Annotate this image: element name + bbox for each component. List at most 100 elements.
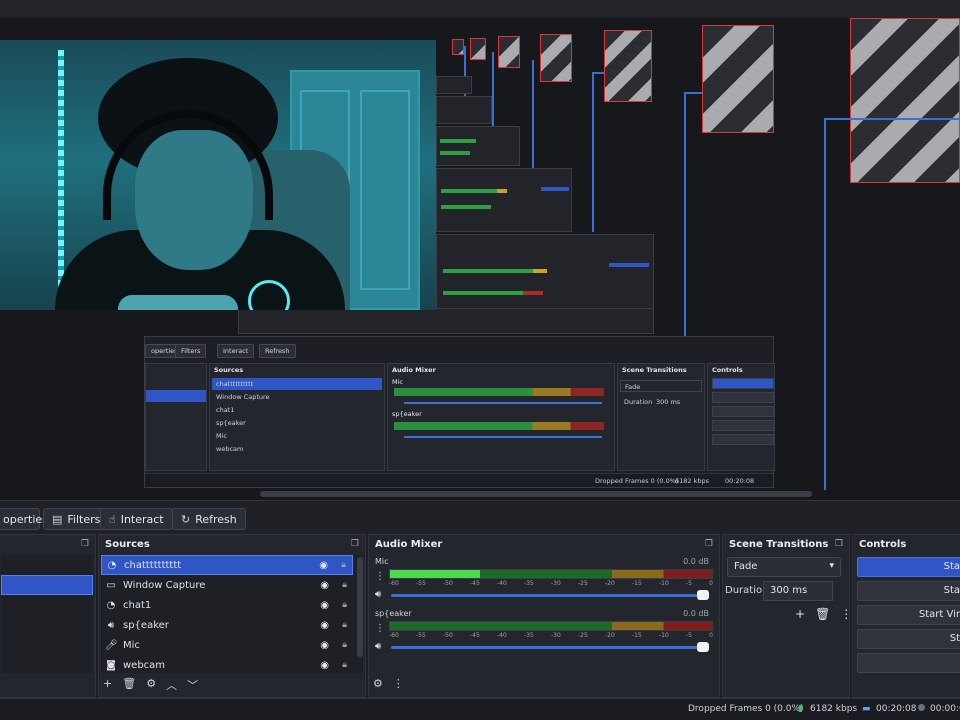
sources-list[interactable]: ◔ chatttttttttt ◉ 🔒︎ ▭ Window Capture ◉ … xyxy=(101,555,363,673)
fader-handle[interactable] xyxy=(697,590,709,600)
mini-channel-name: sp{eaker xyxy=(392,410,422,418)
duration-input[interactable]: 300 ms xyxy=(763,581,833,601)
scenes-list[interactable] xyxy=(1,555,93,673)
kebab-menu-icon[interactable]: ⋮ xyxy=(393,677,404,693)
dock-float-icon[interactable]: ❐ xyxy=(705,539,713,549)
placeholder-7 xyxy=(452,39,464,55)
mini-dropped-frames: Dropped Frames 0 (0.0%) xyxy=(595,477,679,485)
eye-icon[interactable]: ◉ xyxy=(319,560,328,571)
mixer-channel-mic: Mic 0.0 dB ⋮ -60 -55 -50 -45 -40 -35 -30 -25 -20… xyxy=(375,557,713,609)
source-item-webcam[interactable]: ◙ webcam ◉ 🔒︎ xyxy=(101,655,353,675)
meter-level xyxy=(390,570,481,578)
guide-line xyxy=(824,118,960,120)
status-bar: Dropped Frames 0 (0.0%) ▮ 6182 kbps ▬ 00… xyxy=(0,698,960,720)
fader-handle[interactable] xyxy=(697,642,709,652)
mini-source-item: webcam xyxy=(216,445,244,453)
guide-line xyxy=(492,52,494,128)
lock-icon[interactable]: 🔒︎ xyxy=(342,580,347,590)
source-item-chatttttttttt[interactable]: ◔ chatttttttttt ◉ 🔒︎ xyxy=(101,555,353,575)
add-icon[interactable]: + xyxy=(795,607,805,621)
advanced-audio-icon[interactable]: ⚙ xyxy=(373,677,383,693)
meter-tick-label: -20 xyxy=(605,632,615,639)
audio-mixer-title: Audio Mixer xyxy=(375,539,443,550)
chevron-down-icon[interactable]: ﹀ xyxy=(187,677,198,693)
volume-meter xyxy=(389,569,713,579)
meter-tick-label: 0 xyxy=(709,580,713,587)
source-item-mic[interactable]: 🎤︎ Mic ◉ 🔒︎ xyxy=(101,635,353,655)
mini-source-item: sp{eaker xyxy=(216,419,246,427)
eye-icon[interactable]: ◉ xyxy=(320,620,329,631)
properties-button[interactable]: operties xyxy=(0,508,48,530)
guide-line xyxy=(592,72,594,232)
guide-line xyxy=(532,60,534,168)
interact-label: Interact xyxy=(120,512,164,526)
lock-icon[interactable]: 🔒︎ xyxy=(342,600,347,610)
nested-obs-window xyxy=(436,96,492,124)
dock-float-icon[interactable]: ❐ xyxy=(81,539,89,549)
source-label: sp{eaker xyxy=(123,619,169,631)
meter-ticks: -60 -55 -50 -45 -40 -35 -30 -25 -20 -15 -10 -5 0 xyxy=(389,632,713,641)
browser-icon: ◔ xyxy=(106,599,116,611)
lock-icon[interactable]: 🔒︎ xyxy=(341,560,346,570)
speaker-icon[interactable]: 🔊︎ xyxy=(375,641,381,652)
meter-tick-label: -25 xyxy=(578,580,588,587)
preview-canvas[interactable]: operties Filters Interact Refresh Source… xyxy=(0,0,960,500)
controls-dock: Controls Sta Sta Start Vir St xyxy=(852,534,960,698)
volume-fader[interactable] xyxy=(391,642,709,652)
meter-tick-label: -35 xyxy=(524,632,534,639)
studio-mode-button[interactable]: St xyxy=(857,629,960,649)
dock-float-icon[interactable]: ❐ xyxy=(835,539,843,549)
start-virtual-camera-button[interactable]: Start Vir xyxy=(857,605,960,625)
eye-icon[interactable]: ◉ xyxy=(320,640,329,651)
start-streaming-button[interactable]: Sta xyxy=(857,557,960,577)
lock-icon[interactable]: 🔒︎ xyxy=(342,620,347,630)
preview-horizontal-scrollbar[interactable] xyxy=(260,491,812,497)
scene-item-selected[interactable] xyxy=(1,575,93,595)
source-toolbar: operties ▤ Filters ☝ Interact ↻ Refresh xyxy=(0,500,960,534)
eye-icon[interactable]: ◉ xyxy=(320,580,329,591)
add-icon[interactable]: + xyxy=(103,677,112,693)
volume-fader[interactable] xyxy=(391,590,709,600)
nested-obs-window xyxy=(238,308,654,334)
refresh-label: Refresh xyxy=(195,512,237,526)
nested-obs-window xyxy=(436,168,572,232)
meter-tick-label: -35 xyxy=(524,580,534,587)
kebab-menu-icon[interactable]: ⋮ xyxy=(375,571,385,582)
source-item-window-capture[interactable]: ▭ Window Capture ◉ 🔒︎ xyxy=(101,575,353,595)
lock-icon[interactable]: 🔒︎ xyxy=(342,640,347,650)
webcam-feed[interactable] xyxy=(0,40,436,310)
mini-refresh-button: Refresh xyxy=(259,344,296,358)
dock-float-icon[interactable]: ❐ xyxy=(351,539,359,549)
gear-icon[interactable]: ⚙ xyxy=(146,677,156,693)
source-item-speaker[interactable]: 🔊︎ sp{eaker ◉ 🔒︎ xyxy=(101,615,353,635)
kebab-menu-icon[interactable]: ⋮ xyxy=(840,607,852,621)
transition-select[interactable]: Fade ▾ xyxy=(727,557,841,577)
scenes-dock: ❐ xyxy=(0,534,96,698)
eye-icon[interactable]: ◉ xyxy=(320,660,329,671)
meter-ticks: -60 -55 -50 -45 -40 -35 -30 -25 -20 -15 -10 -5 0 xyxy=(389,580,713,589)
speaker-icon[interactable]: 🔊︎ xyxy=(375,589,381,600)
recording-time: 00:20:08 xyxy=(876,704,917,714)
meter-tick-label: -55 xyxy=(416,580,426,587)
mini-controls-title: Controls xyxy=(712,366,743,374)
interact-button[interactable]: ☝ Interact xyxy=(100,508,173,530)
start-recording-button[interactable]: Sta xyxy=(857,581,960,601)
trash-icon[interactable]: 🗑︎ xyxy=(815,607,830,621)
chevron-up-icon[interactable]: ︿ xyxy=(166,677,177,693)
mini-interact-button: Interact xyxy=(217,344,255,358)
mini-control-button xyxy=(712,392,774,403)
trash-icon[interactable]: 🗑︎ xyxy=(122,677,136,693)
guide-line xyxy=(592,72,604,74)
controls-title: Controls xyxy=(859,539,907,550)
captured-obs-window: operties Filters Interact Refresh Source… xyxy=(144,336,775,488)
sources-scrollbar[interactable] xyxy=(357,557,363,657)
mini-filters-button: Filters xyxy=(175,344,207,358)
kebab-menu-icon[interactable]: ⋮ xyxy=(375,623,385,634)
settings-button[interactable] xyxy=(857,653,960,673)
lock-icon[interactable]: 🔒︎ xyxy=(342,660,347,670)
mic-icon: 🎤︎ xyxy=(105,639,118,651)
source-label: Mic xyxy=(123,639,140,651)
eye-icon[interactable]: ◉ xyxy=(320,600,329,611)
source-item-chat1[interactable]: ◔ chat1 ◉ 🔒︎ xyxy=(101,595,353,615)
refresh-button[interactable]: ↻ Refresh xyxy=(172,508,246,530)
